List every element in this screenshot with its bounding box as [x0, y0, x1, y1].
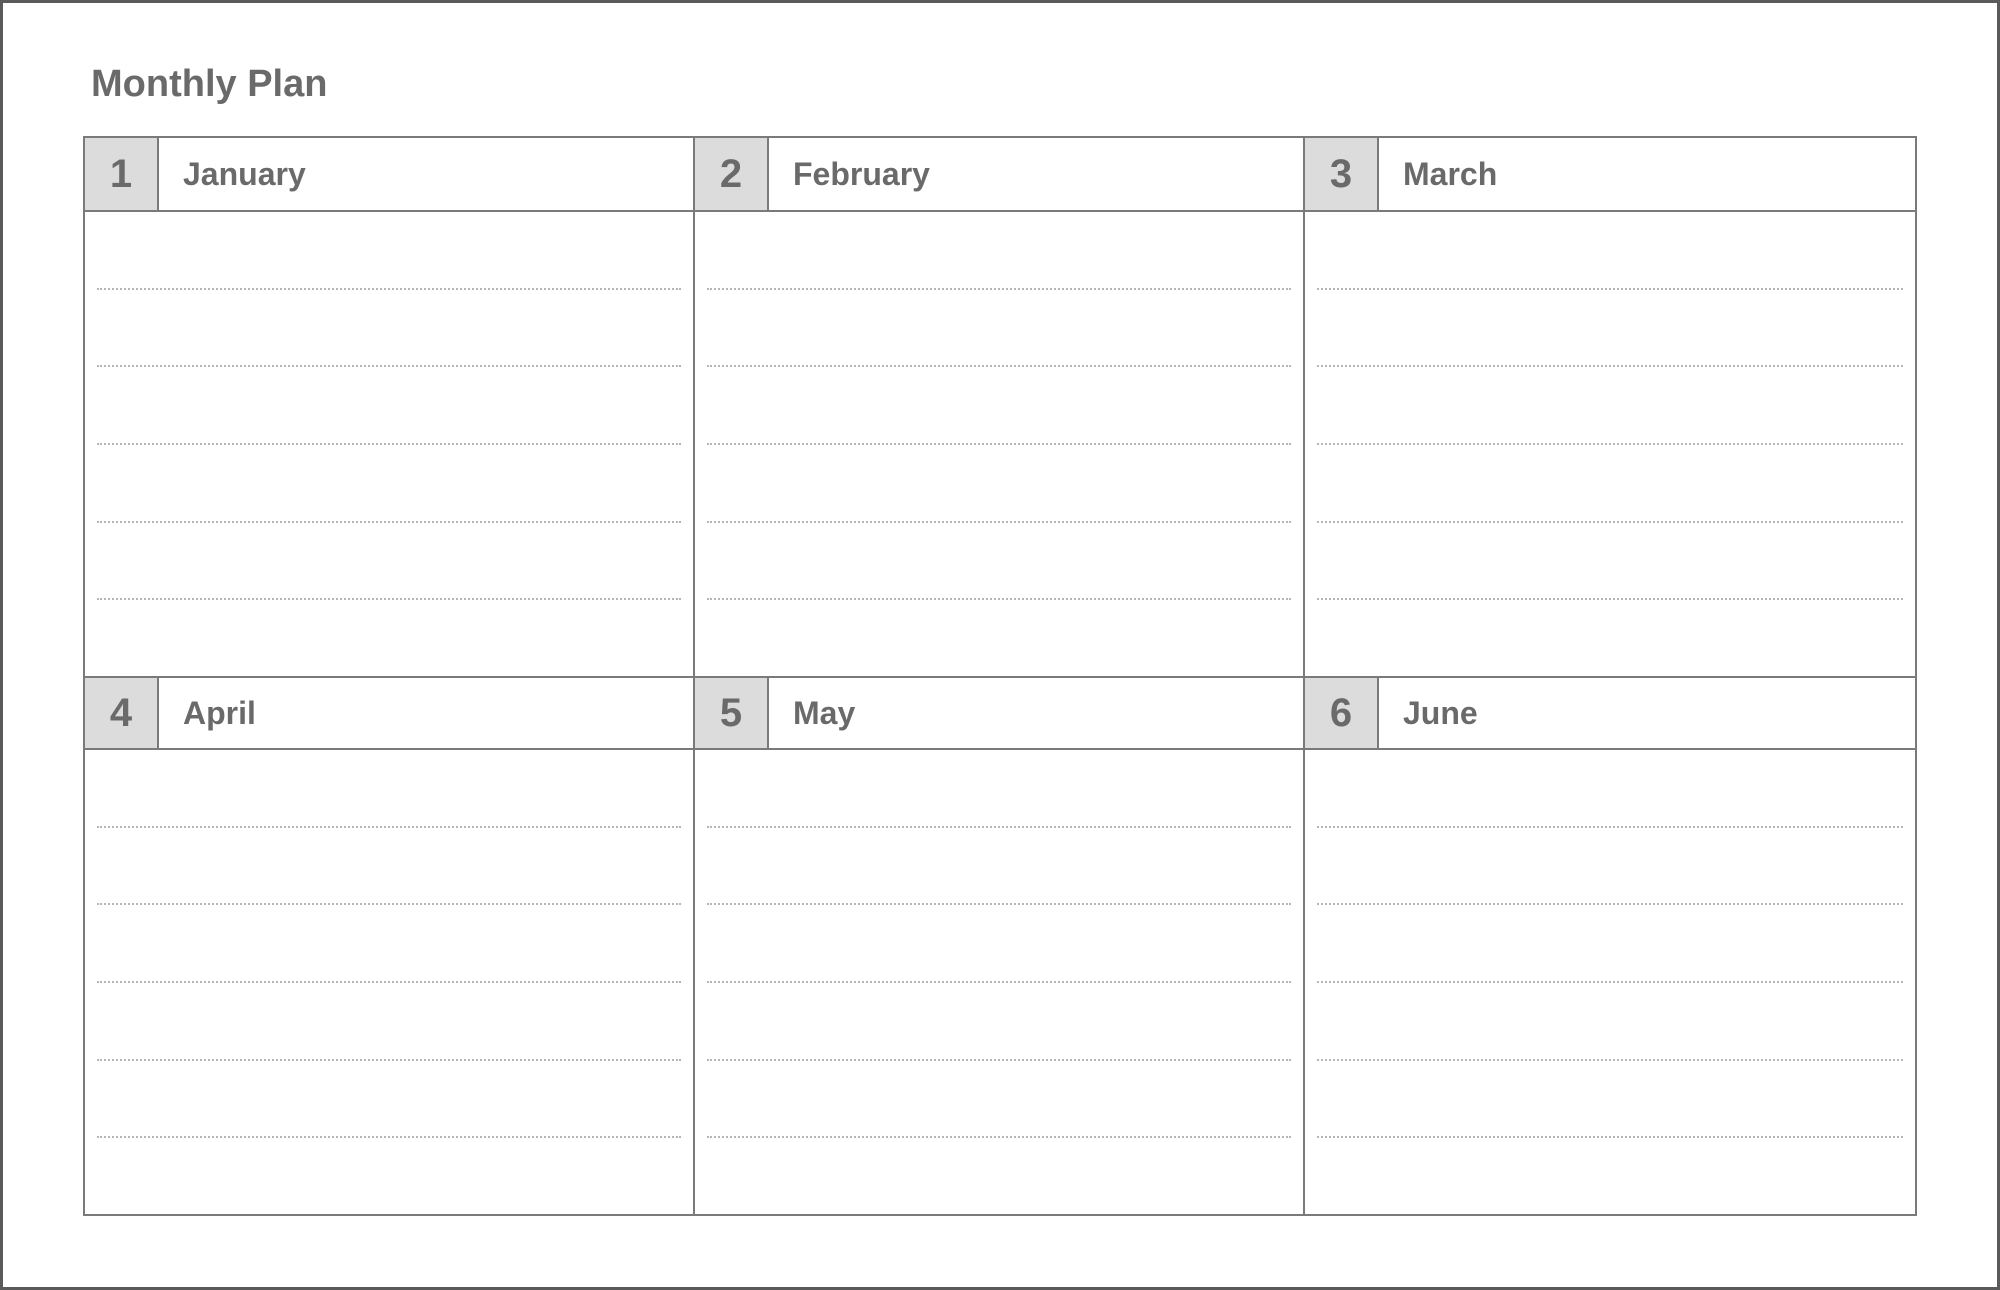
page-title: Monthly Plan [91, 63, 1917, 106]
month-name: January [159, 138, 693, 210]
month-cell-june: 6 June [1305, 676, 1915, 1214]
month-number: 2 [695, 138, 769, 210]
note-line [707, 523, 1291, 601]
month-grid: 1 January 2 February [83, 136, 1917, 1216]
note-line [97, 290, 681, 368]
note-line [1317, 905, 1903, 983]
month-number: 4 [85, 678, 159, 748]
note-line [1317, 367, 1903, 445]
month-notes-area[interactable] [85, 212, 693, 676]
note-line [1317, 1138, 1903, 1214]
month-header: 6 June [1305, 676, 1915, 750]
planner-page: Monthly Plan 1 January 2 February [0, 0, 2000, 1290]
note-line [707, 600, 1291, 676]
note-line [1317, 1061, 1903, 1139]
note-line [1317, 523, 1903, 601]
note-line [97, 1061, 681, 1139]
month-cell-january: 1 January [85, 138, 695, 676]
note-line [707, 750, 1291, 828]
note-line [707, 445, 1291, 523]
month-name: February [769, 138, 1303, 210]
month-name: April [159, 678, 693, 748]
month-notes-area[interactable] [695, 212, 1303, 676]
month-notes-area[interactable] [1305, 212, 1915, 676]
month-header: 2 February [695, 138, 1303, 212]
note-line [1317, 983, 1903, 1061]
note-line [1317, 290, 1903, 368]
month-header: 4 April [85, 676, 693, 750]
note-line [97, 905, 681, 983]
note-line [1317, 212, 1903, 290]
note-line [707, 983, 1291, 1061]
month-name: June [1379, 678, 1915, 748]
month-notes-area[interactable] [695, 750, 1303, 1214]
note-line [97, 445, 681, 523]
month-cell-april: 4 April [85, 676, 695, 1214]
month-header: 5 May [695, 676, 1303, 750]
note-line [97, 750, 681, 828]
month-number: 6 [1305, 678, 1379, 748]
note-line [97, 600, 681, 676]
note-line [97, 828, 681, 906]
note-line [97, 983, 681, 1061]
month-name: May [769, 678, 1303, 748]
note-line [707, 212, 1291, 290]
month-cell-february: 2 February [695, 138, 1305, 676]
note-line [97, 212, 681, 290]
month-header: 3 March [1305, 138, 1915, 212]
note-line [707, 1138, 1291, 1214]
note-line [707, 1061, 1291, 1139]
note-line [1317, 750, 1903, 828]
month-notes-area[interactable] [85, 750, 693, 1214]
month-number: 3 [1305, 138, 1379, 210]
month-number: 1 [85, 138, 159, 210]
note-line [707, 905, 1291, 983]
month-cell-march: 3 March [1305, 138, 1915, 676]
note-line [1317, 600, 1903, 676]
month-number: 5 [695, 678, 769, 748]
note-line [97, 1138, 681, 1214]
month-notes-area[interactable] [1305, 750, 1915, 1214]
note-line [707, 290, 1291, 368]
note-line [707, 367, 1291, 445]
note-line [97, 367, 681, 445]
note-line [97, 523, 681, 601]
month-header: 1 January [85, 138, 693, 212]
month-name: March [1379, 138, 1915, 210]
note-line [707, 828, 1291, 906]
month-cell-may: 5 May [695, 676, 1305, 1214]
note-line [1317, 445, 1903, 523]
note-line [1317, 828, 1903, 906]
